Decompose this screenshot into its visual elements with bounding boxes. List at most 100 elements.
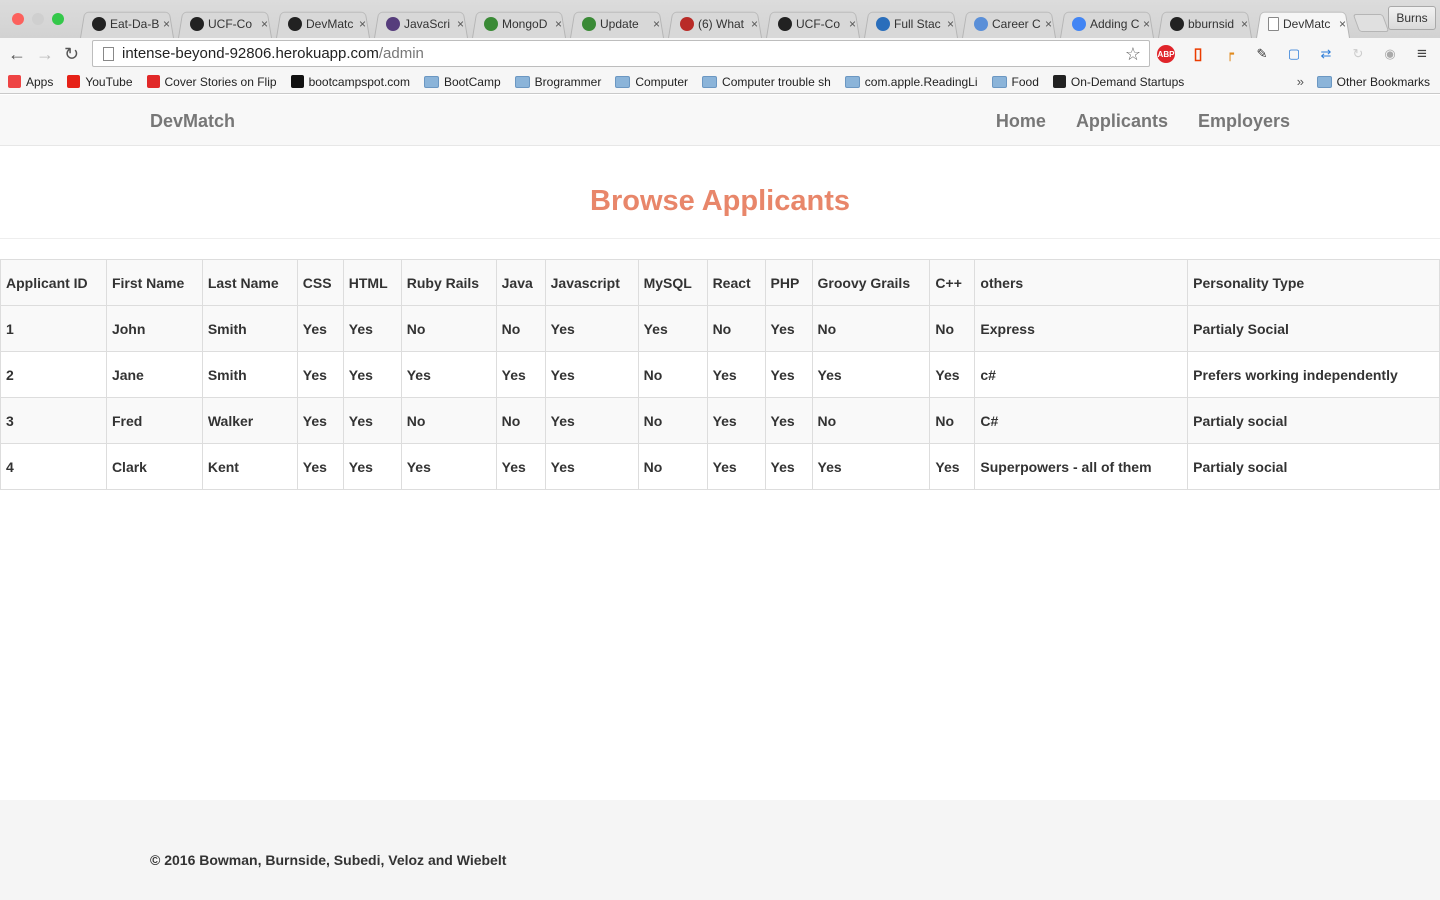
- tab-title: DevMatc: [1283, 16, 1331, 31]
- table-cell: Yes: [400, 351, 497, 398]
- bookmark-item[interactable]: BootCamp: [423, 75, 501, 89]
- table-cell: Yes: [764, 443, 813, 490]
- bookmark-item[interactable]: Computer: [615, 75, 688, 89]
- table-cell: Yes: [929, 443, 976, 490]
- browser-tab[interactable]: UCF-Co ×: [764, 9, 862, 38]
- menu-icon[interactable]: ≡: [1413, 44, 1431, 63]
- tab-title: bburnsid: [1188, 16, 1235, 31]
- office-icon[interactable]: ▯: [1189, 45, 1207, 63]
- browser-tab[interactable]: bburnsid ×: [1156, 9, 1254, 38]
- folder-icon: [991, 75, 1007, 88]
- bookmark-label: com.apple.ReadingLi: [864, 74, 978, 89]
- browser-tab[interactable]: JavaScri ×: [372, 9, 470, 38]
- bookmark-item[interactable]: Brogrammer: [514, 75, 601, 89]
- bookmark-label: Apps: [26, 74, 54, 89]
- table-cell: Yes: [929, 351, 976, 398]
- bookmark-item[interactable]: YouTube: [67, 75, 133, 89]
- bookmark-item[interactable]: Cover Stories on Flip: [146, 75, 277, 89]
- bootcamp-icon: [290, 75, 304, 88]
- table-cell: No: [637, 351, 708, 398]
- tab-close-icon[interactable]: ×: [555, 17, 562, 31]
- tab-close-icon[interactable]: ×: [751, 17, 758, 31]
- tab-title: UCF-Co: [796, 16, 840, 31]
- tab-close-icon[interactable]: ×: [653, 17, 660, 31]
- back-icon[interactable]: ←: [8, 44, 26, 65]
- tab-close-icon[interactable]: ×: [457, 17, 464, 31]
- table-cell: C#: [974, 397, 1189, 444]
- screen-capture-icon[interactable]: ▢: [1285, 45, 1303, 63]
- browser-tab[interactable]: DevMatc ×: [1254, 9, 1352, 38]
- browser-tab[interactable]: Full Stac ×: [862, 9, 960, 38]
- circle-icon[interactable]: ◉: [1381, 45, 1399, 63]
- page-icon: [1268, 16, 1279, 31]
- table-cell: No: [495, 397, 546, 444]
- adblock-icon[interactable]: ABP: [1157, 45, 1175, 63]
- footer: © 2016 Bowman, Burnside, Subedi, Veloz a…: [0, 800, 1440, 900]
- minimize-window-button[interactable]: [32, 13, 44, 25]
- site-navbar: DevMatch Home Applicants Employers: [0, 95, 1440, 146]
- bookmark-item[interactable]: Food: [991, 75, 1039, 89]
- address-bar[interactable]: intense-beyond-92806.herokuapp.com/admin…: [92, 40, 1150, 67]
- bookmark-item[interactable]: On-Demand Startups: [1052, 75, 1184, 89]
- browser-tab[interactable]: UCF-Co ×: [176, 9, 274, 38]
- column-header: React: [706, 259, 766, 306]
- table-cell: No: [637, 443, 708, 490]
- tab-close-icon[interactable]: ×: [163, 17, 170, 31]
- table-cell: 1: [0, 305, 107, 352]
- table-cell: No: [495, 305, 546, 352]
- brand-link[interactable]: DevMatch: [150, 111, 235, 132]
- column-header: First Name: [105, 259, 203, 306]
- browser-tab[interactable]: Eat-Da-B ×: [78, 9, 176, 38]
- url-path: /admin: [378, 45, 424, 62]
- tab-close-icon[interactable]: ×: [1143, 17, 1150, 31]
- browser-tab[interactable]: (6) What ×: [666, 9, 764, 38]
- ruler-icon[interactable]: ┍: [1221, 45, 1239, 63]
- browser-tab[interactable]: Adding C ×: [1058, 9, 1156, 38]
- browser-tab[interactable]: MongoD ×: [470, 9, 568, 38]
- tab-close-icon[interactable]: ×: [849, 17, 856, 31]
- new-tab-button[interactable]: [1352, 14, 1390, 32]
- bookmark-item[interactable]: Apps: [8, 75, 53, 89]
- sync-icon[interactable]: ↻: [1349, 45, 1367, 63]
- browser-tab[interactable]: Career C ×: [960, 9, 1058, 38]
- table-cell: Smith: [201, 305, 298, 352]
- nav-home[interactable]: Home: [996, 111, 1046, 132]
- table-cell: Yes: [342, 351, 402, 398]
- mongodb-icon: [582, 16, 596, 31]
- profile-button[interactable]: Burns: [1388, 6, 1436, 30]
- column-header: Javascript: [544, 259, 639, 306]
- bookmark-item[interactable]: bootcampspot.com: [290, 75, 410, 89]
- tab-close-icon[interactable]: ×: [1339, 17, 1346, 31]
- tab-close-icon[interactable]: ×: [1045, 17, 1052, 31]
- nav-employers[interactable]: Employers: [1198, 111, 1290, 132]
- tab-close-icon[interactable]: ×: [1241, 17, 1248, 31]
- column-header: Ruby Rails: [400, 259, 497, 306]
- bookmark-item[interactable]: com.apple.ReadingLi: [844, 74, 978, 89]
- bookmark-item[interactable]: Computer trouble sh: [702, 75, 831, 89]
- bookmarks-overflow-button[interactable]: »: [1297, 74, 1304, 89]
- table-cell: Superpowers - all of them: [974, 443, 1189, 490]
- other-bookmarks[interactable]: Other Bookmarks: [1316, 74, 1430, 89]
- forward-icon[interactable]: →: [36, 44, 54, 65]
- eyedropper-icon[interactable]: ✎: [1253, 45, 1271, 63]
- tab-close-icon[interactable]: ×: [359, 17, 366, 31]
- table-row: 3 Fred Walker Yes Yes No No Yes No Yes Yes No No C# Pa…: [0, 397, 1440, 444]
- other-bookmarks-label: Other Bookmarks: [1336, 74, 1430, 89]
- reload-icon[interactable]: ↻: [64, 44, 79, 65]
- browser-tab[interactable]: DevMatc ×: [274, 9, 372, 38]
- tab-close-icon[interactable]: ×: [261, 17, 268, 31]
- table-cell: Prefers working independently: [1187, 351, 1440, 398]
- tab-close-icon[interactable]: ×: [947, 17, 954, 31]
- table-cell: No: [811, 397, 931, 444]
- table-row: 2 Jane Smith Yes Yes Yes Yes Yes No Yes Yes Yes Yes c…: [0, 351, 1440, 398]
- bookmark-star-icon[interactable]: ☆: [1125, 44, 1141, 65]
- tab-title: JavaScri: [404, 16, 451, 31]
- column-header: Applicant ID: [0, 259, 107, 306]
- close-window-button[interactable]: [12, 13, 24, 25]
- nav-applicants[interactable]: Applicants: [1076, 111, 1168, 132]
- zoom-window-button[interactable]: [52, 13, 64, 25]
- browser-tab[interactable]: Update ×: [568, 9, 666, 38]
- transfer-icon[interactable]: ⇄: [1317, 45, 1335, 63]
- url-host: intense-beyond-92806.herokuapp.com: [122, 45, 379, 62]
- bootstrap-icon: [386, 16, 400, 31]
